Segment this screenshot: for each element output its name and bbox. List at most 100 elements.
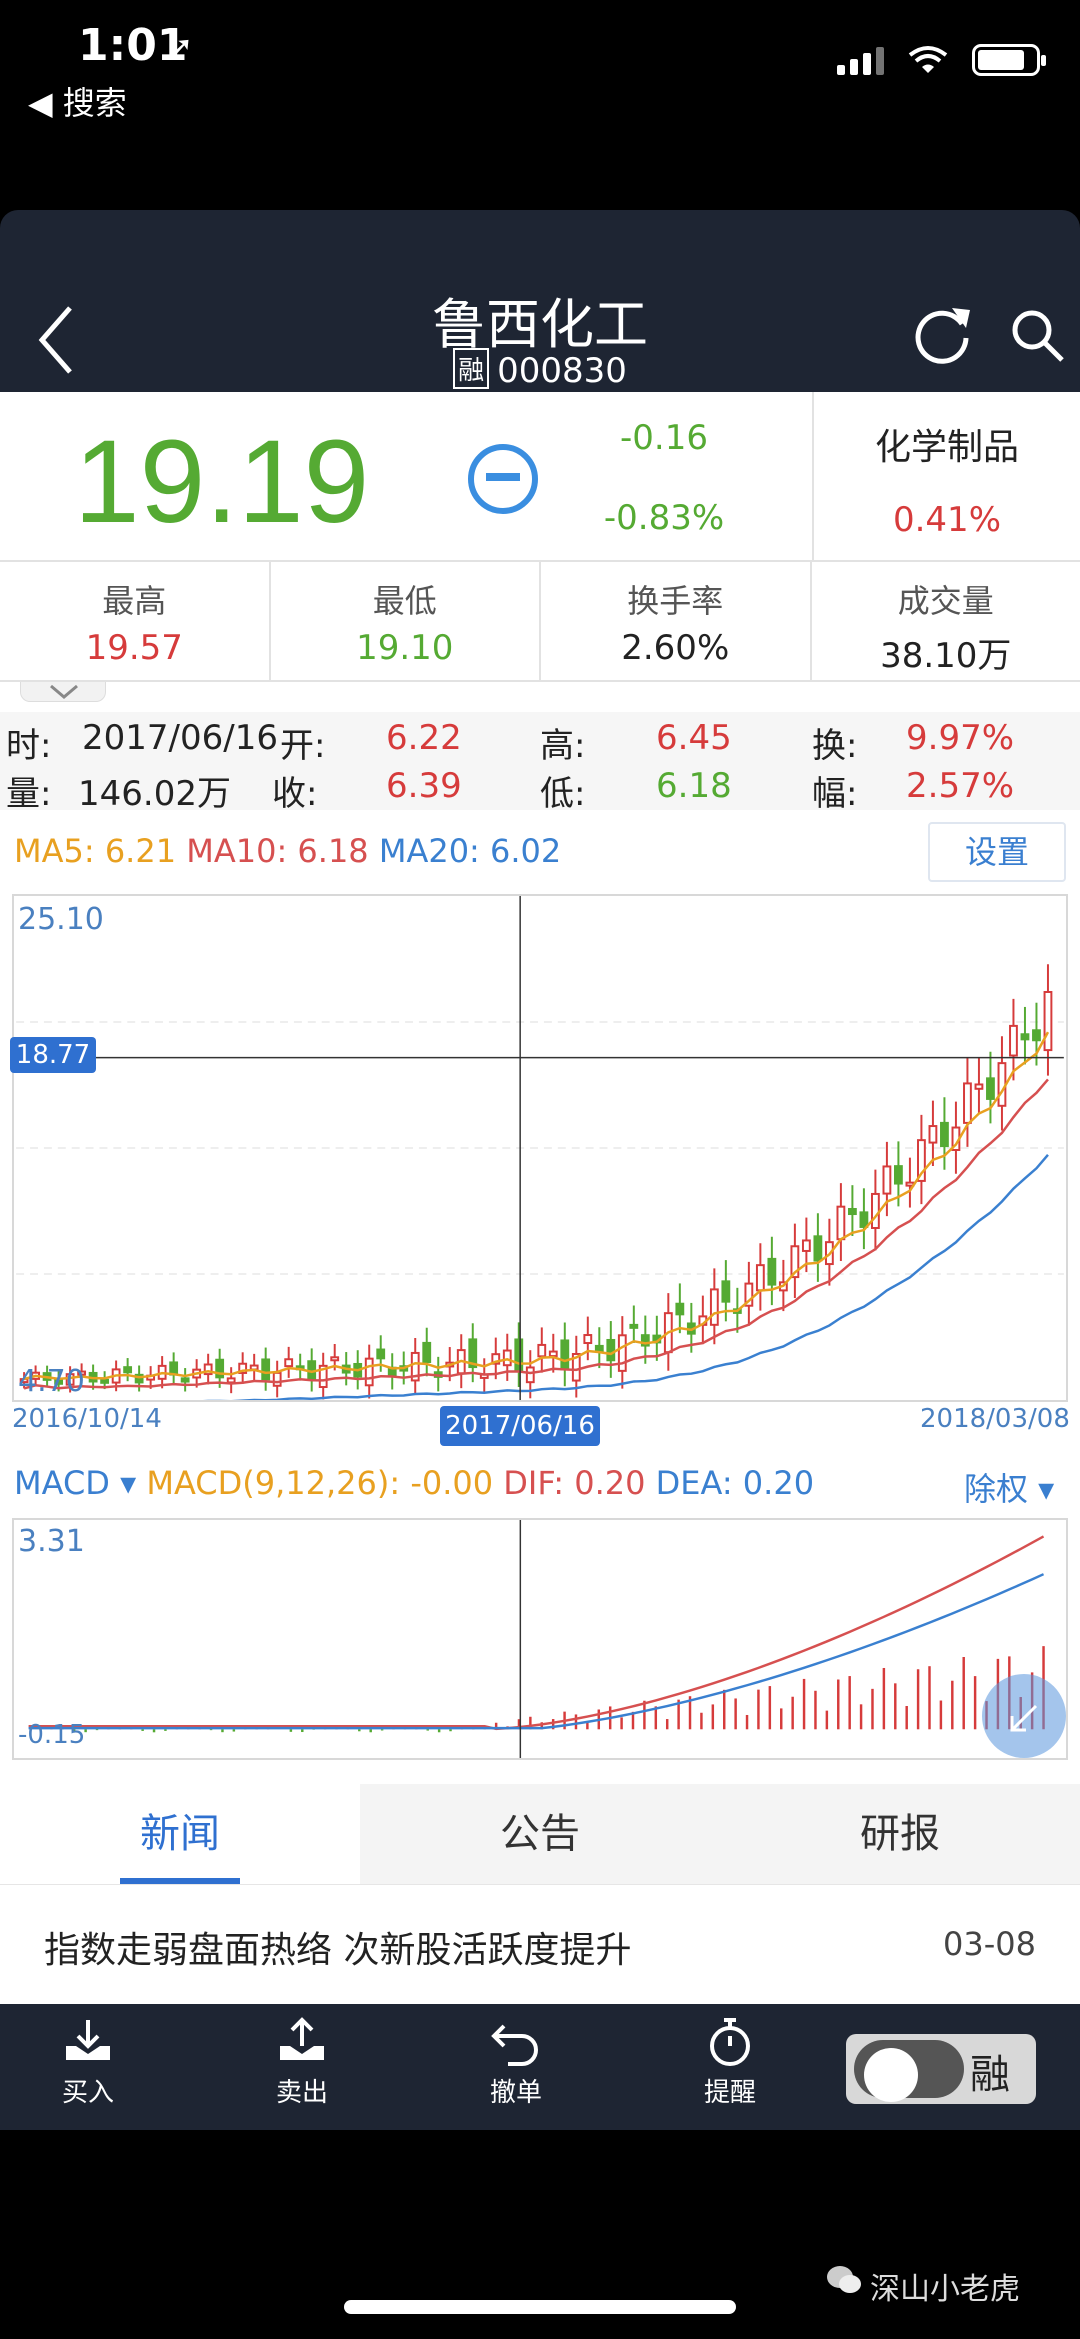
candle-body: [100, 1378, 110, 1384]
detail-label: 换:: [812, 726, 858, 766]
back-to-search-link[interactable]: ◀ 搜索: [28, 78, 127, 124]
ma-line: [23, 1031, 1050, 1381]
refresh-icon[interactable]: [912, 302, 974, 364]
macd-indicator-select[interactable]: MACD ▾: [14, 1464, 136, 1502]
expand-icon: [1010, 1704, 1038, 1732]
sell-button[interactable]: 卖出: [242, 2016, 362, 2109]
app-header: 鲁西化工 融 000830: [0, 210, 1080, 392]
candle-body: [606, 1338, 616, 1362]
wifi-icon: [908, 46, 948, 73]
macd-y-max: 3.31: [18, 1524, 85, 1559]
buy-label: 买入: [61, 2078, 114, 2108]
alert-label: 提醒: [703, 2078, 756, 2108]
detail-label: 低:: [540, 774, 586, 814]
buy-button[interactable]: 买入: [28, 2016, 148, 2109]
macd-legend: MACD ▾ MACD(9,12,26): -0.00 DIF: 0.20 DE…: [14, 1464, 814, 1502]
alert-button[interactable]: 提醒: [670, 2016, 790, 2109]
candle-body: [974, 1083, 984, 1090]
margin-tag: 融: [453, 348, 490, 389]
candle-body: [376, 1348, 386, 1360]
cancel-order-button[interactable]: 撤单: [456, 2016, 576, 2109]
news-date: 03-08: [943, 1925, 1036, 1963]
candle-body: [940, 1121, 949, 1148]
wechat-icon: [827, 2266, 861, 2293]
candle-body: [847, 1207, 857, 1216]
k-y-min: 4.70: [18, 1364, 85, 1399]
ma-legend: MA5: 6.21 MA10: 6.18 MA20: 6.02: [14, 832, 561, 870]
candlestick-chart[interactable]: [12, 894, 1068, 1402]
sell-label: 卖出: [275, 2078, 328, 2108]
sector-name: 化学制品: [874, 427, 1019, 468]
ma5-label: MA5: 6.21: [14, 832, 177, 870]
stock-code: 000830: [497, 351, 627, 391]
tab-news[interactable]: 新闻: [0, 1784, 360, 1884]
candle-body: [284, 1358, 294, 1368]
stock-detail-body: 19.19 -0.16 -0.83% 化学制品 0.41% 最高 19.57 最…: [0, 392, 1080, 2004]
candle-body: [767, 1257, 777, 1286]
status-indicators: [837, 44, 1046, 76]
stat-low: 最低 19.10: [271, 562, 541, 680]
detail-date: 2017/06/16: [82, 718, 278, 758]
price-change-pct: -0.83%: [603, 498, 725, 538]
detail-amplitude: 2.57%: [906, 766, 1015, 806]
download-tray-icon: [66, 2020, 110, 2060]
detail-label: 开:: [280, 726, 326, 766]
candle-body: [709, 1288, 719, 1326]
adjust-select[interactable]: 除权 ▾: [964, 1464, 1054, 1510]
detail-label: 幅:: [812, 774, 858, 814]
candle-body: [364, 1357, 374, 1387]
search-icon[interactable]: [1010, 308, 1066, 364]
candle-body: [261, 1358, 271, 1381]
ma10-label: MA10: 6.18: [186, 832, 369, 870]
detail-label: 收:: [272, 774, 318, 814]
dif-value: DIF: 0.20: [503, 1464, 646, 1502]
price-down-icon: [468, 444, 538, 514]
candle-body: [801, 1239, 811, 1252]
undo-icon: [491, 2024, 538, 2066]
dea-line: [28, 1573, 1045, 1730]
stat-value: 38.10万: [880, 636, 1012, 676]
candle-body: [330, 1356, 340, 1362]
candle-body: [813, 1235, 823, 1262]
detail-high: 6.45: [656, 718, 732, 758]
candle-body: [986, 1077, 995, 1100]
tab-announcements[interactable]: 公告: [360, 1784, 720, 1884]
margin-toggle-label: 融: [970, 2052, 1010, 2098]
candle-body: [594, 1344, 604, 1352]
price-change: -0.16: [620, 418, 708, 458]
k-y-max: 25.10: [18, 902, 104, 937]
upload-tray-icon: [280, 2017, 324, 2060]
candle-body: [1043, 991, 1053, 1052]
collapse-handle[interactable]: [20, 682, 106, 702]
candle-body: [675, 1302, 685, 1316]
dea-value: DEA: 0.20: [655, 1464, 815, 1502]
news-item[interactable]: 指数走弱盘面热络 次新股活跃度提升 03-08: [0, 1884, 1080, 2004]
candle-body: [882, 1165, 892, 1195]
detail-label: 高:: [540, 726, 586, 766]
candle-body: [583, 1334, 593, 1345]
candle-body: [1032, 1029, 1041, 1042]
stopwatch-icon: [710, 2018, 750, 2066]
stat-value: 19.57: [85, 628, 183, 668]
candle-body: [502, 1349, 512, 1367]
candle-body: [963, 1082, 972, 1124]
candle-body: [272, 1371, 282, 1387]
toggle-knob: [864, 2048, 918, 2102]
candle-body: [859, 1211, 869, 1228]
stat-label: 换手率: [627, 582, 724, 620]
chart-settings-button[interactable]: 设置: [928, 822, 1066, 882]
margin-toggle[interactable]: 融: [846, 2034, 1036, 2104]
sector-panel[interactable]: 化学制品 0.41%: [812, 392, 1080, 560]
candle-body: [1009, 1024, 1018, 1057]
location-icon: ➚: [168, 30, 194, 65]
macd-chart[interactable]: [12, 1518, 1068, 1760]
stat-value: 19.10: [356, 628, 454, 668]
fullscreen-button[interactable]: [982, 1674, 1066, 1758]
status-bar: 1:01 ➚ ◀ 搜索: [0, 0, 1080, 140]
ma-line: [23, 1078, 1049, 1390]
tab-research[interactable]: 研报: [720, 1784, 1080, 1884]
home-indicator[interactable]: [344, 2300, 736, 2314]
date-end: 2018/03/08: [920, 1404, 1070, 1434]
toggle-track: [854, 2040, 964, 2102]
info-tabs: 新闻 公告 研报: [0, 1784, 1080, 1884]
